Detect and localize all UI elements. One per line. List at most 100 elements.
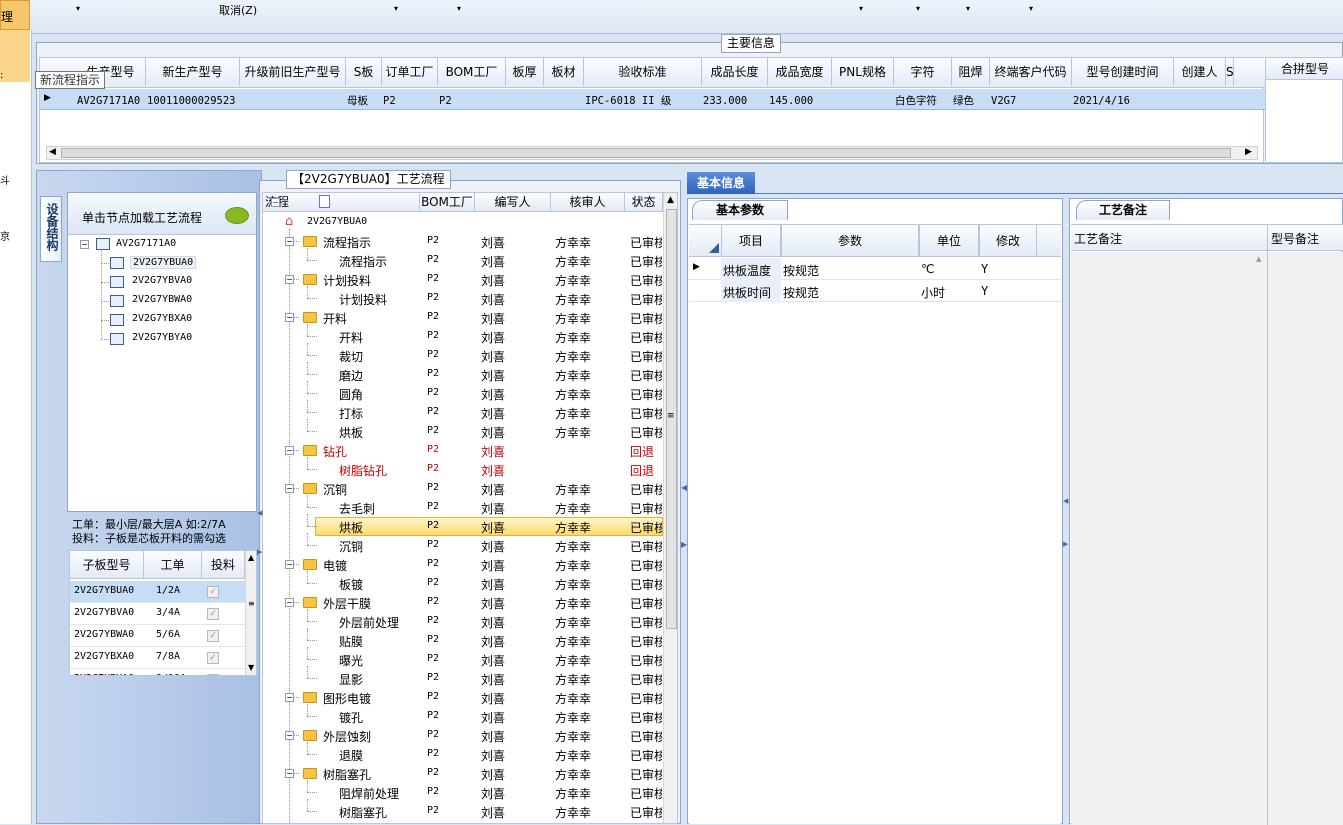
tab-process-remarks[interactable]: 工艺备注 (1076, 200, 1170, 220)
column-header[interactable]: 项目 (721, 225, 781, 257)
process-step-group[interactable]: 计划投料 (323, 272, 371, 289)
feed-checkbox[interactable]: ✓ (207, 586, 219, 598)
feed-checkbox[interactable]: ✓ (207, 630, 219, 642)
dropdown-arrow-icon[interactable]: ▾ (394, 4, 398, 13)
left-nav-orange[interactable] (0, 30, 30, 82)
grid-cell[interactable] (545, 93, 584, 109)
dropdown-arrow-icon[interactable]: ▾ (1029, 4, 1033, 13)
scrollbar-thumb[interactable] (61, 148, 1231, 158)
column-header[interactable]: 订单工厂 (382, 58, 438, 86)
remarks-text-area[interactable] (1071, 252, 1267, 825)
feed-checkbox[interactable]: ✓ (207, 652, 219, 664)
column-header[interactable]: 单位 (919, 225, 979, 257)
scroll-right-icon[interactable]: ▶ (1245, 147, 1252, 157)
tree-child-label[interactable]: 2V2G7YBWA0 (130, 294, 194, 305)
process-step-group[interactable]: 流程指示 (323, 234, 371, 251)
column-header[interactable]: 型号创建时间 (1072, 58, 1174, 86)
scroll-left-icon[interactable]: ◀ (49, 147, 56, 157)
process-step-group[interactable]: 电镀 (323, 557, 347, 574)
grid-cell[interactable]: P2 (383, 93, 438, 109)
tree-expander-icon[interactable]: − (285, 446, 294, 455)
process-step[interactable]: 阻焊前处理 (339, 785, 399, 802)
tree-root-label[interactable]: AV2G7171A0 (116, 238, 176, 249)
scroll-up-icon[interactable]: ▲ (1256, 255, 1261, 263)
grid-cell[interactable]: 2021/4/16 (1073, 93, 1174, 109)
dropdown-arrow-icon[interactable]: ▾ (76, 4, 80, 13)
scroll-up-icon[interactable]: ▲ (667, 195, 674, 205)
dropdown-arrow-icon[interactable]: ▾ (966, 4, 970, 13)
column-header[interactable]: 状态 (625, 193, 663, 212)
feed-checkbox[interactable]: ✓ (207, 674, 219, 675)
tree-expander-icon[interactable]: − (285, 313, 294, 322)
param-cell[interactable]: ℃ (921, 262, 934, 276)
column-header[interactable]: S (1226, 58, 1234, 86)
process-step[interactable]: 退膜 (339, 747, 363, 764)
grid-cell[interactable]: 10011000029523 (147, 93, 240, 109)
grid-cell[interactable]: 233.000 (703, 93, 768, 109)
process-step-group[interactable]: 外层干膜 (323, 595, 371, 612)
process-step[interactable]: 烘板 (339, 424, 363, 441)
column-header[interactable]: 参数 (781, 225, 919, 257)
grid-cell[interactable]: AV2G7171A0 (77, 93, 146, 109)
vertical-tab[interactable]: 设备结构 (40, 196, 62, 262)
grid-cell[interactable]: 绿色 (953, 93, 990, 109)
process-step[interactable]: 磨边 (339, 367, 363, 384)
grid-cell[interactable]: 白色字符 (895, 93, 952, 109)
tab-basic-params[interactable]: 基本参数 (692, 200, 788, 220)
scroll-up-icon[interactable]: ▲ (248, 553, 254, 562)
process-step[interactable]: 沉铜 (339, 538, 363, 555)
process-step-group[interactable]: 图形电镀 (323, 690, 371, 707)
column-header[interactable]: 子板型号 (70, 551, 144, 579)
column-header[interactable]: 验收标准 (584, 58, 702, 86)
column-header[interactable]: 创建人 (1174, 58, 1226, 86)
column-header[interactable]: 升级前旧生产型号 (240, 58, 346, 86)
cancel-button[interactable]: 取消(Z) (219, 2, 257, 18)
tree-expander-icon[interactable]: − (285, 598, 294, 607)
grid-cell[interactable]: 145.000 (769, 93, 832, 109)
grid-cell[interactable] (1175, 93, 1226, 109)
tree-expander-icon[interactable]: − (80, 240, 89, 249)
splitter-arrow-icon[interactable]: ▶ (1063, 540, 1068, 548)
process-step[interactable]: 打标 (339, 405, 363, 422)
tree-child-label[interactable]: 2V2G7YBUA0 (130, 256, 197, 269)
tree-expander-icon[interactable]: − (285, 484, 294, 493)
process-step[interactable]: 流程指示 (339, 253, 387, 270)
process-step[interactable]: 去毛刺 (339, 500, 375, 517)
column-header[interactable]: 终端客户代码 (990, 58, 1072, 86)
column-header[interactable]: 流程 (263, 193, 420, 212)
splitter-arrow-icon[interactable]: ◀ (257, 509, 262, 517)
column-header[interactable]: 工单 (144, 551, 202, 579)
scroll-grip-icon[interactable]: ≡ (248, 599, 255, 608)
tree-expander-icon[interactable]: − (271, 198, 280, 207)
process-step[interactable]: 开料 (339, 329, 363, 346)
process-step-group[interactable]: 树脂塞孔 (323, 766, 371, 783)
column-header[interactable]: 阻焊 (952, 58, 990, 86)
column-header[interactable]: 成品宽度 (768, 58, 832, 86)
vertical-scrollbar[interactable]: ▲ ≡ ▼ (245, 551, 256, 675)
column-header[interactable]: 字符 (894, 58, 952, 86)
column-header[interactable]: 修改 (979, 225, 1037, 257)
process-step[interactable]: 板镀 (339, 576, 363, 593)
dropdown-arrow-icon[interactable]: ▾ (457, 4, 461, 13)
column-header[interactable]: 核审人 (551, 193, 625, 212)
splitter-arrow-icon[interactable]: ▶ (257, 548, 262, 556)
scroll-down-icon[interactable]: ▼ (248, 663, 254, 672)
process-step[interactable]: 裁切 (339, 348, 363, 365)
tree-expander-icon[interactable]: − (285, 769, 294, 778)
tab-basic-info[interactable]: 基本信息 (687, 172, 755, 194)
column-header[interactable]: PNL规格 (832, 58, 894, 86)
column-header[interactable]: BOM工厂 (420, 193, 475, 212)
grid-cell[interactable]: 母板 (347, 93, 382, 109)
column-header[interactable]: 投料 (202, 551, 245, 579)
process-root-label[interactable]: 2V2G7YBUA0 (307, 216, 367, 227)
scroll-grip-icon[interactable]: ≡ (667, 411, 675, 421)
process-step[interactable]: 圆角 (339, 386, 363, 403)
column-header[interactable]: 板材 (544, 58, 584, 86)
grid-cell[interactable]: IPC-6018 II 级 (585, 93, 702, 109)
column-header[interactable]: 板厚 (506, 58, 544, 86)
process-step[interactable]: 树脂钻孔 (339, 462, 387, 479)
process-scrollbar[interactable]: ▲ ≡ (663, 193, 677, 823)
process-step-group[interactable]: 外层蚀刻 (323, 728, 371, 745)
param-cell[interactable]: Y (981, 262, 988, 276)
column-header[interactable]: 成品长度 (702, 58, 768, 86)
